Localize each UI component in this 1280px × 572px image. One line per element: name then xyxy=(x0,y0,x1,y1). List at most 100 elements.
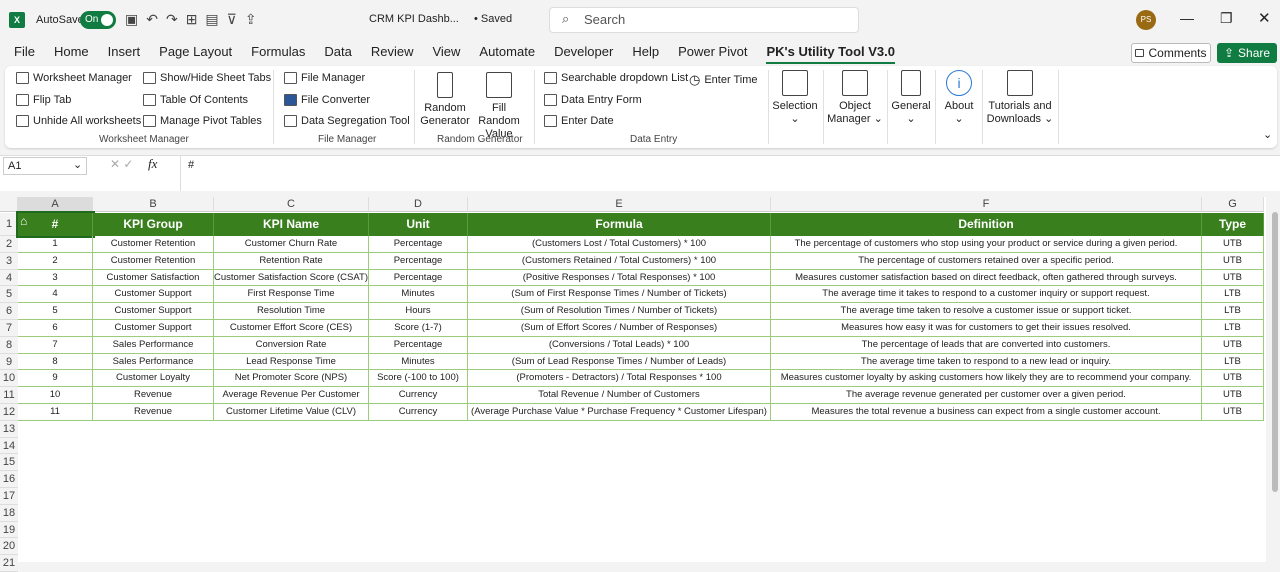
tutorials-button[interactable]: Tutorials and Downloads ⌄ xyxy=(984,70,1056,126)
row-header-2[interactable]: 2 xyxy=(0,236,18,253)
table-cell[interactable]: UTB xyxy=(1202,370,1264,388)
formula-input[interactable]: # xyxy=(188,159,194,171)
row-header-13[interactable]: 13 xyxy=(0,420,18,438)
header-cell[interactable]: Formula xyxy=(468,213,771,236)
column-header-B[interactable]: B xyxy=(93,197,214,212)
cancel-check-icons[interactable]: ✕ ✓ xyxy=(110,157,133,171)
table-cell[interactable]: Minutes xyxy=(369,353,468,371)
tab-help[interactable]: Help xyxy=(632,44,659,64)
table-cell[interactable]: 10 xyxy=(18,387,93,404)
row-header-8[interactable]: 8 xyxy=(0,336,18,354)
table-cell[interactable]: Score (1-7) xyxy=(369,320,468,337)
data-entry-form-button[interactable]: Data Entry Form xyxy=(544,94,642,106)
table-cell[interactable]: Measures customer satisfaction based on … xyxy=(771,269,1202,287)
file-name[interactable]: CRM KPI Dashb... xyxy=(369,13,459,25)
table-cell[interactable]: (Conversions / Total Leads) * 100 xyxy=(468,336,771,354)
minimize-icon[interactable]: — xyxy=(1180,10,1194,26)
column-header-E[interactable]: E xyxy=(468,197,771,212)
row-header-1[interactable]: 1 xyxy=(0,213,18,236)
table-cell[interactable]: 6 xyxy=(18,320,93,337)
enter-date-button[interactable]: Enter Date xyxy=(544,115,614,127)
show-hide-sheet-tabs-button[interactable]: Show/Hide Sheet Tabs xyxy=(143,72,271,84)
tab-formulas[interactable]: Formulas xyxy=(251,44,305,64)
general-button[interactable]: General ⌄ xyxy=(889,70,933,126)
row-header-3[interactable]: 3 xyxy=(0,252,18,270)
table-cell[interactable]: First Response Time xyxy=(214,286,369,304)
table-cell[interactable]: (Sum of First Response Times / Number of… xyxy=(468,286,771,304)
table-cell[interactable]: 3 xyxy=(18,269,93,287)
table-cell[interactable]: 1 xyxy=(18,236,93,253)
table-cell[interactable]: UTB xyxy=(1202,404,1264,421)
table-cell[interactable]: 7 xyxy=(18,336,93,354)
header-cell[interactable]: # xyxy=(16,211,95,238)
table-cell[interactable]: UTB xyxy=(1202,387,1264,404)
table-cell[interactable]: The average time taken to respond to a n… xyxy=(771,353,1202,371)
row-header-11[interactable]: 11 xyxy=(0,387,18,404)
table-cell[interactable]: Measures the total revenue a business ca… xyxy=(771,404,1202,421)
column-header-C[interactable]: C xyxy=(214,197,369,212)
table-cell[interactable]: (Promoters - Detractors) / Total Respons… xyxy=(468,370,771,388)
table-cell[interactable]: Customer Retention xyxy=(93,236,214,253)
table-cell[interactable]: Minutes xyxy=(369,286,468,304)
table-cell[interactable]: Customer Support xyxy=(93,320,214,337)
collapse-ribbon-icon[interactable]: ⌄ xyxy=(1263,128,1272,141)
table-cell[interactable]: UTB xyxy=(1202,269,1264,287)
avatar[interactable]: PS xyxy=(1136,10,1156,30)
table-cell[interactable]: Net Promoter Score (NPS) xyxy=(214,370,369,388)
selection-button[interactable]: Selection ⌄ xyxy=(770,70,820,126)
comments-button[interactable]: Comments xyxy=(1131,43,1211,63)
autosave-toggle[interactable]: On xyxy=(80,11,116,29)
table-cell[interactable]: LTB xyxy=(1202,320,1264,337)
tab-review[interactable]: Review xyxy=(371,44,414,64)
table-cell[interactable]: The average time it takes to respond to … xyxy=(771,286,1202,304)
table-cell[interactable]: Customer Churn Rate xyxy=(214,236,369,253)
table-cell[interactable]: (Sum of Effort Scores / Number of Respon… xyxy=(468,320,771,337)
fill-random-value-button[interactable]: Fill Random Value xyxy=(470,72,528,141)
tab-file[interactable]: File xyxy=(14,44,35,64)
table-cell[interactable]: Customer Lifetime Value (CLV) xyxy=(214,404,369,421)
table-cell[interactable]: Customer Satisfaction xyxy=(93,269,214,287)
table-cell[interactable]: (Sum of Lead Response Times / Number of … xyxy=(468,353,771,371)
row-header-4[interactable]: 4 xyxy=(0,269,18,287)
tab-view[interactable]: View xyxy=(432,44,460,64)
table-cell[interactable]: Revenue xyxy=(93,404,214,421)
row-header-9[interactable]: 9 xyxy=(0,353,18,371)
row-header-20[interactable]: 20 xyxy=(0,538,18,556)
header-cell[interactable]: KPI Name xyxy=(214,213,369,236)
row-header-16[interactable]: 16 xyxy=(0,471,18,488)
table-cell[interactable]: Conversion Rate xyxy=(214,336,369,354)
manage-pivot-tables-button[interactable]: Manage Pivot Tables xyxy=(143,115,262,127)
table-cell[interactable]: 9 xyxy=(18,370,93,388)
column-header-A[interactable]: A xyxy=(18,197,93,212)
tab-power-pivot[interactable]: Power Pivot xyxy=(678,44,747,64)
tab-pk-s-utility-tool-v3-0[interactable]: PK's Utility Tool V3.0 xyxy=(766,44,895,64)
table-cell[interactable]: The percentage of customers retained ove… xyxy=(771,252,1202,270)
table-cell[interactable]: LTB xyxy=(1202,353,1264,371)
fx-icon[interactable]: fx xyxy=(148,156,157,172)
table-cell[interactable]: Percentage xyxy=(369,336,468,354)
quick-access-icons[interactable]: ▣↶↷⊞▤⊽⇪ xyxy=(125,11,265,28)
enter-time-button[interactable]: ◷ Enter Time xyxy=(689,72,758,88)
table-cell[interactable]: Percentage xyxy=(369,236,468,253)
data-segregation-button[interactable]: Data Segregation Tool xyxy=(284,115,410,127)
table-cell[interactable]: Currency xyxy=(369,387,468,404)
table-cell[interactable]: Customer Retention xyxy=(93,252,214,270)
table-cell[interactable]: The average time taken to resolve a cust… xyxy=(771,303,1202,320)
home-icon[interactable]: ⌂ xyxy=(20,214,27,228)
table-cell[interactable]: LTB xyxy=(1202,303,1264,320)
unhide-all-button[interactable]: Unhide All worksheets xyxy=(16,115,141,127)
table-cell[interactable]: The average revenue generated per custom… xyxy=(771,387,1202,404)
table-cell[interactable]: Sales Performance xyxy=(93,336,214,354)
table-cell[interactable]: LTB xyxy=(1202,286,1264,304)
tab-page-layout[interactable]: Page Layout xyxy=(159,44,232,64)
searchable-dropdown-button[interactable]: Searchable dropdown List xyxy=(544,72,688,84)
tab-data[interactable]: Data xyxy=(324,44,351,64)
table-cell[interactable]: 4 xyxy=(18,286,93,304)
row-header-7[interactable]: 7 xyxy=(0,320,18,337)
object-manager-button[interactable]: Object Manager ⌄ xyxy=(825,70,885,126)
search-input[interactable]: Search xyxy=(549,7,859,33)
random-generator-button[interactable]: Random Generator xyxy=(420,72,470,128)
table-cell[interactable]: Percentage xyxy=(369,269,468,287)
table-cell[interactable]: (Customers Lost / Total Customers) * 100 xyxy=(468,236,771,253)
chevron-down-icon[interactable]: ⌄ xyxy=(73,158,82,171)
